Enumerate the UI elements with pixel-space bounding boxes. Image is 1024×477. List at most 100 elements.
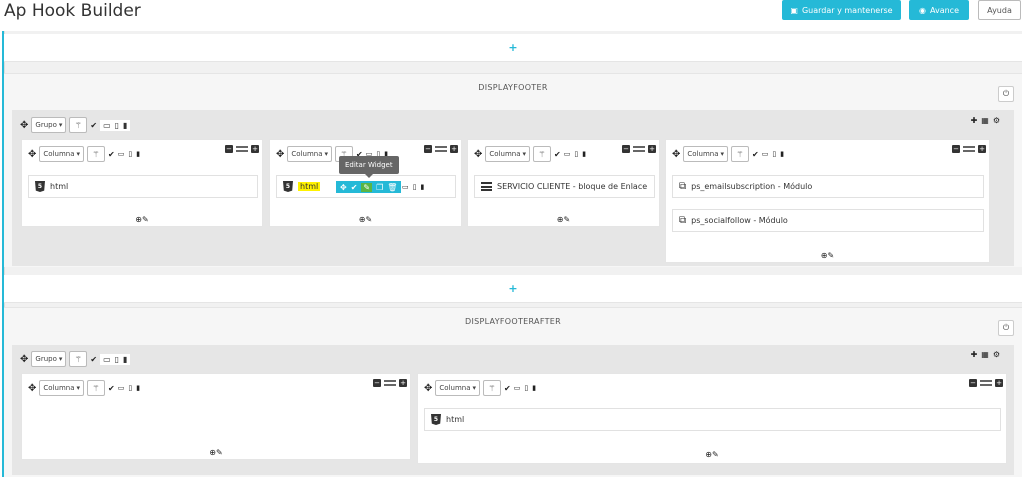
add-hook-bar-top[interactable]: + [4, 34, 1022, 62]
width-icon[interactable] [384, 380, 396, 386]
width-icon[interactable] [236, 146, 248, 152]
tablet-icon[interactable]: ▯ [128, 150, 132, 158]
settings-icon[interactable]: ⚙ [993, 350, 1000, 359]
tablet-icon[interactable]: ▯ [574, 150, 578, 158]
tablet-icon[interactable]: ▯ [115, 355, 119, 364]
move-icon[interactable]: ✥ [28, 383, 36, 394]
add-column-icon[interactable]: ✚ [971, 116, 978, 125]
column-select[interactable]: Columna ▾ [287, 146, 333, 162]
edit-icon[interactable]: ✎ [564, 215, 571, 224]
widget-module-emailsubscription[interactable]: ⧉ ps_emailsubscription - Módulo [672, 175, 984, 198]
edit-icon[interactable]: ✎ [366, 215, 373, 224]
widget-html[interactable]: 5 html [424, 408, 1001, 431]
minus-icon[interactable]: − [952, 145, 960, 153]
copy-icon[interactable]: ❐ [376, 183, 383, 192]
tablet-icon[interactable]: ▯ [772, 150, 776, 158]
grid-icon[interactable]: ▦ [981, 116, 989, 125]
move-icon[interactable]: ✥ [672, 149, 680, 160]
settings-icon[interactable]: ⚙ [993, 116, 1000, 125]
plus-icon[interactable]: + [399, 379, 407, 387]
check-icon[interactable]: ✔ [108, 384, 115, 393]
add-widget-icon[interactable]: ⊕ [705, 450, 712, 459]
move-icon[interactable]: ✥ [474, 149, 482, 160]
edit-icon[interactable]: ✎ [828, 251, 835, 260]
minus-icon[interactable]: − [424, 145, 432, 153]
add-widget-icon[interactable]: ⊕ [135, 215, 142, 224]
magic-wand-icon[interactable]: ⚚ [533, 146, 552, 162]
desktop-icon[interactable]: ▭ [564, 150, 571, 158]
check-icon[interactable]: ✔ [504, 384, 511, 393]
magic-wand-icon[interactable]: ⚚ [69, 117, 88, 133]
widget-html[interactable]: 5 html [28, 175, 258, 198]
check-icon[interactable]: ✔ [351, 183, 358, 192]
save-and-stay-button[interactable]: ▣ Guardar y mantenerse [782, 0, 901, 20]
phone-icon[interactable]: ▮ [123, 355, 127, 364]
magic-wand-icon[interactable]: ⚚ [87, 146, 106, 162]
column-select[interactable]: Columna ▾ [39, 380, 85, 396]
advanced-button[interactable]: ◉ Avance [909, 0, 969, 20]
check-icon[interactable]: ✔ [108, 150, 115, 159]
move-icon[interactable]: ✥ [28, 149, 36, 160]
add-widget-icon[interactable]: ⊕ [557, 215, 564, 224]
group-select[interactable]: Grupo ▾ [31, 117, 67, 133]
tablet-icon[interactable]: ▯ [413, 183, 417, 191]
desktop-icon[interactable]: ▭ [402, 183, 409, 191]
column-select[interactable]: Columna ▾ [485, 146, 531, 162]
plus-icon[interactable]: + [450, 145, 458, 153]
minus-icon[interactable]: − [969, 379, 977, 387]
move-icon[interactable]: ✥ [424, 383, 432, 394]
magic-wand-icon[interactable]: ⚚ [69, 351, 88, 367]
edit-widget-icon[interactable]: ✎ [361, 182, 373, 192]
width-icon[interactable] [435, 146, 447, 152]
add-widget-icon[interactable]: ⊕ [359, 215, 366, 224]
minus-icon[interactable]: − [622, 145, 630, 153]
move-icon[interactable]: ✥ [20, 354, 28, 365]
add-hook-bar-middle[interactable]: + [4, 275, 1022, 303]
magic-wand-icon[interactable]: ⚚ [483, 380, 502, 396]
phone-icon[interactable]: ▮ [136, 150, 140, 158]
plus-icon[interactable]: + [251, 145, 259, 153]
group-select[interactable]: Grupo ▾ [31, 351, 67, 367]
phone-icon[interactable]: ▮ [582, 150, 586, 158]
check-icon[interactable]: ✔ [554, 150, 561, 159]
power-icon[interactable]: ⏻ [998, 320, 1014, 336]
power-icon[interactable]: ⏻ [998, 86, 1014, 102]
desktop-icon[interactable]: ▭ [118, 150, 125, 158]
width-icon[interactable] [980, 380, 992, 386]
add-icon[interactable]: + [508, 282, 517, 295]
desktop-icon[interactable]: ▭ [762, 150, 769, 158]
phone-icon[interactable]: ▮ [123, 121, 127, 130]
trash-icon[interactable]: 🗑 [387, 183, 397, 192]
desktop-icon[interactable]: ▭ [103, 355, 111, 364]
add-widget-icon[interactable]: ⊕ [209, 448, 216, 457]
desktop-icon[interactable]: ▭ [103, 121, 111, 130]
widget-module-socialfollow[interactable]: ⧉ ps_socialfollow - Módulo [672, 209, 984, 232]
plus-icon[interactable]: + [995, 379, 1003, 387]
grid-icon[interactable]: ▦ [981, 350, 989, 359]
add-widget-icon[interactable]: ⊕ [821, 251, 828, 260]
tablet-icon[interactable]: ▯ [128, 384, 132, 392]
add-column-icon[interactable]: ✚ [971, 350, 978, 359]
phone-icon[interactable]: ▮ [532, 384, 536, 392]
check-icon[interactable]: ✔ [90, 355, 97, 364]
minus-icon[interactable]: − [225, 145, 233, 153]
move-icon[interactable]: ✥ [276, 149, 284, 160]
help-button[interactable]: Ayuda [978, 0, 1021, 20]
column-select[interactable]: Columna ▾ [39, 146, 85, 162]
widget-links-block[interactable]: SERVICIO CLIENTE - bloque de Enlace [474, 175, 655, 198]
desktop-icon[interactable]: ▭ [514, 384, 521, 392]
phone-icon[interactable]: ▮ [420, 183, 424, 191]
plus-icon[interactable]: + [978, 145, 986, 153]
width-icon[interactable] [633, 146, 645, 152]
tablet-icon[interactable]: ▯ [115, 121, 119, 130]
phone-icon[interactable]: ▮ [136, 384, 140, 392]
move-icon[interactable]: ✥ [20, 120, 28, 131]
edit-icon[interactable]: ✎ [142, 215, 149, 224]
check-icon[interactable]: ✔ [752, 150, 759, 159]
edit-icon[interactable]: ✎ [712, 450, 719, 459]
edit-icon[interactable]: ✎ [216, 448, 223, 457]
magic-wand-icon[interactable]: ⚚ [731, 146, 750, 162]
add-icon[interactable]: + [508, 41, 517, 54]
width-icon[interactable] [963, 146, 975, 152]
magic-wand-icon[interactable]: ⚚ [87, 380, 106, 396]
